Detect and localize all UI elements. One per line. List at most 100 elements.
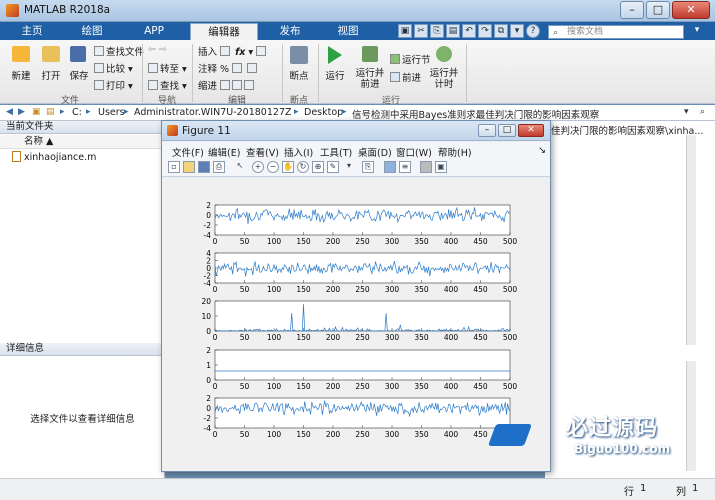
tab-apps[interactable]: APP [128, 22, 180, 40]
notifications-icon[interactable]: ▾ [690, 24, 704, 38]
menu-insert[interactable]: 插入(I) [284, 145, 313, 159]
hide-plot-tools-icon[interactable] [420, 161, 432, 173]
file-item[interactable]: xinhaojiance.m [12, 151, 96, 163]
new-figure-icon[interactable]: ▫ [168, 161, 180, 173]
save-quick-icon[interactable]: ▣ [398, 24, 412, 38]
help-icon[interactable]: ? [526, 24, 540, 38]
search-docs-input[interactable]: ⌕ 搜索文档 [548, 25, 684, 39]
zoom-in-icon[interactable]: + [252, 161, 264, 173]
colorbar-icon[interactable] [384, 161, 396, 173]
x-tick-label: 150 [296, 285, 311, 294]
close-button[interactable]: ✕ [672, 1, 710, 19]
minimize-button[interactable]: – [620, 1, 644, 19]
tab-editor[interactable]: 编辑器 [190, 23, 258, 41]
x-tick-label: 150 [296, 382, 311, 391]
run-button[interactable]: 运行 [320, 68, 350, 82]
find-files-button[interactable]: 查找文件 [94, 44, 144, 58]
tab-plots[interactable]: 绘图 [66, 22, 118, 40]
address-dropdown-icon[interactable]: ▾ [684, 107, 689, 117]
x-tick-label: 450 [473, 237, 488, 246]
run-time-button[interactable]: 运行并 计时 [426, 68, 462, 90]
address-search-icon[interactable]: ⌕ [700, 107, 705, 117]
editor-scrollbar[interactable] [686, 135, 696, 345]
find-button[interactable]: 查找 ▾ [148, 78, 187, 92]
goto-button[interactable]: 转至 ▾ [148, 61, 187, 75]
new-button[interactable]: 新建 [4, 68, 38, 82]
switch-windows-icon[interactable]: ⧉ [494, 24, 508, 38]
menu-desktop[interactable]: 桌面(D) [358, 145, 392, 159]
subplot-1[interactable]: 20-2-40 50 100 150 200 250 300 350 400 450 500 [204, 201, 518, 246]
crumb-users[interactable]: Users [98, 107, 125, 118]
crumb-user[interactable]: Administrator.WIN7U-20180127Z [134, 107, 292, 118]
legend-icon[interactable]: ≡ [399, 161, 411, 173]
advance-icon [390, 72, 400, 82]
link-plot-icon[interactable]: ⎘ [362, 161, 374, 173]
indent-button[interactable]: 缩进 [198, 78, 256, 92]
brush-icon[interactable]: ✎ [327, 161, 339, 173]
maximize-button[interactable]: □ [646, 1, 670, 19]
advance-button[interactable]: 前进 [390, 70, 421, 84]
tab-publish[interactable]: 发布 [264, 22, 316, 40]
menu-help[interactable]: 帮助(H) [438, 145, 472, 159]
print-figure-icon[interactable]: ⎙ [213, 161, 225, 173]
tab-view[interactable]: 视图 [322, 22, 374, 40]
breakpoints-button[interactable]: 断点 [282, 68, 316, 82]
back-icon[interactable]: ◀ [6, 107, 13, 117]
up-folder-icon[interactable]: ▣ [32, 107, 41, 117]
ribbon-toolbar: 新建 打开 保存 查找文件 比较 ▾ 打印 ▾ 文件 ⇦ ⇨ 转至 ▾ 查找 ▾… [0, 40, 715, 106]
redo-quick-icon[interactable]: ↷ [478, 24, 492, 38]
menu-window[interactable]: 窗口(W) [396, 145, 432, 159]
open-file-icon[interactable] [183, 161, 195, 173]
details-message: 选择文件以查看详细信息 [30, 414, 135, 425]
menu-tools[interactable]: 工具(T) [320, 145, 352, 159]
address-bar: ◀ ▶ ▣ ▤ ▸ ▸ C: Users ▸ Administrator.WIN… [0, 105, 715, 121]
layout-icon[interactable]: ▾ [510, 24, 524, 38]
browse-folder-icon[interactable]: ▤ [46, 107, 55, 117]
subplot-5[interactable]: 20-2-4050100150200250300350400450500 [204, 394, 518, 439]
subplot-3[interactable]: 201000 50 100 150 200 250 300 350 400 450 500 [201, 297, 517, 342]
x-tick-label: 300 [385, 430, 400, 439]
nav-back-icon[interactable]: ⇦ ⇨ [148, 44, 167, 55]
crumb-desktop[interactable]: Desktop [304, 107, 343, 118]
data-cursor-icon[interactable]: ⊕ [312, 161, 324, 173]
menu-view[interactable]: 查看(V) [246, 145, 279, 159]
forward-icon[interactable]: ▶ [18, 107, 25, 117]
subplot-4[interactable]: 2100 50 100 150 200 250 300 350 400 450 500 [206, 346, 517, 391]
save-figure-icon[interactable] [198, 161, 210, 173]
undo-quick-icon[interactable]: ↶ [462, 24, 476, 38]
menu-edit[interactable]: 编辑(E) [208, 145, 240, 159]
copy-quick-icon[interactable]: ⎘ [430, 24, 444, 38]
insert-button[interactable]: 插入 fx ▾ [198, 44, 268, 58]
rotate-icon[interactable]: ↻ [297, 161, 309, 173]
cut-quick-icon[interactable]: ✂ [414, 24, 428, 38]
compare-button[interactable]: 比较 ▾ [94, 61, 133, 75]
pan-icon[interactable]: ✋ [282, 161, 294, 173]
x-tick-label: 300 [385, 285, 400, 294]
name-column-header[interactable]: 名称 ▲ [0, 135, 165, 149]
zoom-out-icon[interactable]: − [267, 161, 279, 173]
x-tick-label: 300 [385, 382, 400, 391]
menu-dock-icon[interactable]: ↘ [538, 145, 546, 156]
x-tick-label: 0 [213, 382, 218, 391]
x-tick-label: 0 [213, 333, 218, 342]
show-plot-tools-icon[interactable]: ▣ [435, 161, 447, 173]
figure-close-button[interactable]: ✕ [518, 124, 544, 137]
x-tick-label: 150 [296, 430, 311, 439]
subplot-2[interactable]: 420-2-40 50 100 150 200 250 300 350 400 450 500 [204, 249, 518, 294]
save-button[interactable]: 保存 [62, 68, 96, 82]
comment-button[interactable]: 注释 % [198, 61, 259, 75]
figure-minimize-button[interactable]: – [478, 124, 496, 137]
crumb-folder[interactable]: 信号检测中采用Bayes准则求最佳判决门限的影响因素观察 [352, 107, 682, 121]
run-advance-button[interactable]: 运行并 前进 [352, 68, 388, 90]
paste-quick-icon[interactable]: ▤ [446, 24, 460, 38]
pointer-icon[interactable]: ↖ [234, 161, 246, 173]
crumb-drive[interactable]: C: [72, 107, 82, 118]
print-button[interactable]: 打印 ▾ [94, 78, 133, 92]
menu-file[interactable]: 文件(F) [172, 145, 204, 159]
run-section-button[interactable]: 运行节 [390, 52, 431, 66]
tab-home[interactable]: 主页 [6, 22, 58, 40]
figure-title-bar[interactable]: Figure 11 – □ ✕ [162, 121, 550, 141]
search-icon: ⌕ [553, 28, 559, 38]
brush-dropdown-icon[interactable]: ▾ [343, 161, 355, 173]
figure-maximize-button[interactable]: □ [498, 124, 516, 137]
